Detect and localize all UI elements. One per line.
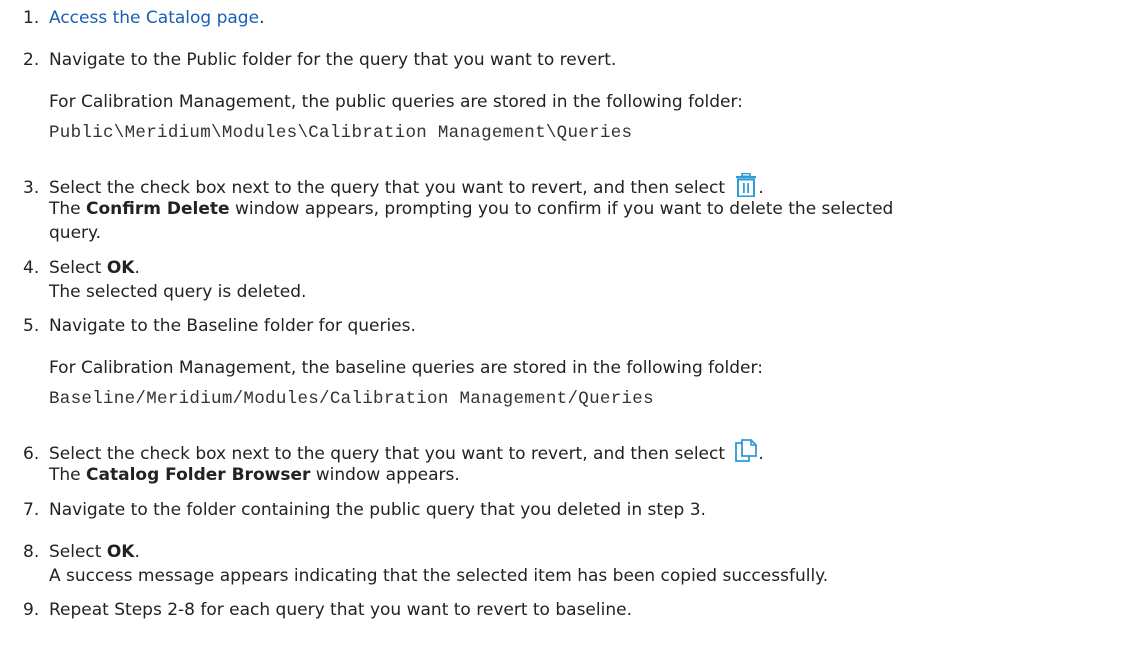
step-8: 8. Select OK. (23, 542, 140, 562)
step-number: 1. (23, 8, 40, 28)
step-5: 5. Navigate to the Baseline folder for qu… (23, 314, 1133, 338)
step-text: Select the check box next to the query t… (49, 444, 726, 464)
step-7: 7. Navigate to the folder containing the … (23, 498, 1133, 522)
confirm-delete-label: Confirm Delete (86, 199, 230, 219)
step-number: 8. (23, 542, 40, 562)
step-number: 5. (23, 316, 40, 336)
catalog-page-link[interactable]: Access the Catalog page (49, 8, 259, 28)
step-9: 9. Repeat Steps 2-8 for each query that y… (23, 598, 1133, 622)
step-number: 9. (23, 600, 40, 620)
public-folder-path: Public\Meridium\Modules\Calibration Mana… (49, 123, 633, 143)
step-text: Navigate to the Public folder for the qu… (49, 50, 617, 70)
step-text: Navigate to the folder containing the pu… (49, 500, 706, 520)
step-4-result: The selected query is deleted. (49, 282, 307, 302)
step-8-result: A success message appears indicating tha… (49, 566, 829, 586)
step-number: 7. (23, 500, 40, 520)
step-1: 1. Access the Catalog page. (23, 6, 1133, 30)
step-4: 4. Select OK. (23, 258, 140, 278)
punctuation: . (259, 8, 265, 28)
baseline-folder-path: Baseline/Meridium/Modules/Calibration Ma… (49, 389, 654, 409)
step-number: 6. (23, 444, 40, 464)
step-number: 3. (23, 178, 40, 198)
step-text: Select the check box next to the query t… (49, 178, 726, 198)
ok-label: OK (106, 542, 135, 562)
ok-label: OK (106, 258, 135, 278)
step-6-result: The Catalog Folder Browser window appear… (49, 465, 460, 485)
step-2-note: For Calibration Management, the public q… (49, 92, 743, 112)
step-2: 2. Navigate to the Public folder for the … (23, 48, 1133, 72)
step-5-note: For Calibration Management, the baseline… (49, 358, 763, 378)
step-number: 4. (23, 258, 40, 278)
punctuation: . (758, 178, 764, 198)
punctuation: . (758, 444, 764, 464)
step-3-result: The Confirm Delete window appears, promp… (49, 199, 894, 219)
catalog-folder-browser-label: Catalog Folder Browser (86, 465, 311, 485)
step-text: Navigate to the Baseline folder for quer… (49, 316, 416, 336)
procedure-page: 1. Access the Catalog page. 2. Navigate to… (0, 0, 1143, 672)
step-number: 2. (23, 50, 40, 70)
step-3-result-cont: query. (49, 223, 102, 243)
step-text: Repeat Steps 2-8 for each query that you… (49, 600, 632, 620)
